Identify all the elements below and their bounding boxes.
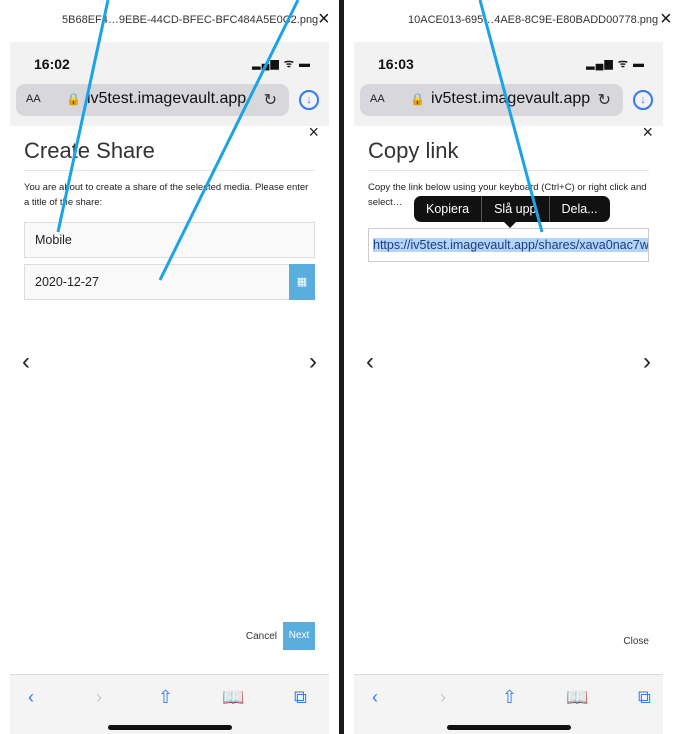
share-title-input[interactable]: Mobile	[24, 222, 315, 258]
phone-screen: 16:03 ▂▄▆ ᯤ ▬ AA 🔒 iv5test.imagevault.app…	[354, 42, 663, 734]
signal-wifi-battery-icon: ▂▄▆ ᯤ ▬	[252, 58, 311, 70]
close-icon[interactable]: ×	[308, 122, 319, 143]
next-button[interactable]: Next	[283, 622, 315, 650]
url-text: iv5test.imagevault.app	[430, 90, 591, 107]
calendar-icon[interactable]: ▦	[289, 264, 315, 300]
menu-copy[interactable]: Kopiera	[414, 196, 481, 222]
back-icon[interactable]: ‹	[372, 687, 378, 708]
dialog-title: Create Share	[24, 138, 155, 163]
next-arrow-icon[interactable]: ›	[643, 348, 651, 376]
file-name-label: 10ACE013-695…4AE8-8C9E-E80BADD00778.png	[408, 14, 659, 26]
copy-link-dialog: × Copy link Copy the link below using yo…	[354, 122, 663, 674]
download-icon[interactable]: ↓	[633, 90, 653, 110]
context-menu: Kopiera Slå upp Dela...	[414, 196, 610, 222]
status-time: 16:02	[34, 56, 70, 72]
close-icon[interactable]: ×	[318, 8, 330, 31]
url-display: 🔒 iv5test.imagevault.app	[410, 90, 590, 108]
url-text: iv5test.imagevault.app	[86, 90, 247, 107]
create-share-dialog: × Create Share You are about to create a…	[10, 122, 329, 674]
status-time: 16:03	[378, 56, 414, 72]
cancel-button[interactable]: Cancel	[246, 631, 277, 642]
forward-icon[interactable]: ›	[440, 687, 446, 708]
share-icon[interactable]: ⇧	[158, 687, 173, 708]
dialog-title: Copy link	[368, 138, 459, 163]
address-bar[interactable]: AA 🔒 iv5test.imagevault.app ↻ ↓	[16, 84, 319, 116]
divider	[368, 170, 649, 171]
reload-icon[interactable]: ↻	[598, 90, 611, 110]
status-bar: 16:02 ▂▄▆ ᯤ ▬	[10, 42, 329, 84]
menu-lookup[interactable]: Slå upp	[482, 196, 548, 222]
bookmarks-icon[interactable]: 📖	[566, 687, 588, 708]
lock-icon: 🔒	[66, 92, 81, 106]
home-indicator	[446, 725, 571, 730]
menu-share[interactable]: Dela...	[550, 196, 610, 222]
file-name-label: 5B68EF4…9EBE-44CD-BFEC-BFC484A5E0C2.png	[62, 14, 319, 26]
download-icon[interactable]: ↓	[299, 90, 319, 110]
link-selection: https://iv5test.imagevault.app/shares/xa…	[373, 238, 649, 252]
back-icon[interactable]: ‹	[28, 687, 34, 708]
prev-arrow-icon[interactable]: ‹	[22, 348, 30, 376]
prev-arrow-icon[interactable]: ‹	[366, 348, 374, 376]
safari-toolbar: ‹ › ⇧ 📖 ⧉	[354, 674, 663, 734]
left-screenshot: 5B68EF4…9EBE-44CD-BFEC-BFC484A5E0C2.png …	[0, 0, 339, 734]
tabs-icon[interactable]: ⧉	[638, 687, 651, 708]
signal-wifi-battery-icon: ▂▄▆ ᯤ ▬	[586, 58, 645, 70]
status-bar: 16:03 ▂▄▆ ᯤ ▬	[354, 42, 663, 84]
address-bar[interactable]: AA 🔒 iv5test.imagevault.app ↻ ↓	[360, 84, 653, 116]
share-icon[interactable]: ⇧	[502, 687, 517, 708]
home-indicator	[107, 725, 232, 730]
share-date-input[interactable]: 2020-12-27 ▦	[24, 264, 315, 300]
close-icon[interactable]: ×	[642, 122, 653, 143]
next-arrow-icon[interactable]: ›	[309, 348, 317, 376]
close-button[interactable]: Close	[623, 636, 649, 647]
divider	[24, 170, 315, 171]
bookmarks-icon[interactable]: 📖	[222, 687, 244, 708]
tabs-icon[interactable]: ⧉	[294, 687, 307, 708]
text-size-button[interactable]: AA	[370, 93, 385, 105]
date-value: 2020-12-27	[35, 275, 99, 289]
safari-toolbar: ‹ › ⇧ 📖 ⧉	[10, 674, 329, 734]
close-icon[interactable]: ×	[660, 8, 672, 31]
text-size-button[interactable]: AA	[26, 93, 41, 105]
phone-screen: 16:02 ▂▄▆ ᯤ ▬ AA 🔒 iv5test.imagevault.app…	[10, 42, 329, 734]
lock-icon: 🔒	[410, 92, 425, 106]
reload-icon[interactable]: ↻	[264, 90, 277, 110]
right-screenshot: 10ACE013-695…4AE8-8C9E-E80BADD00778.png …	[344, 0, 673, 734]
url-display: 🔒 iv5test.imagevault.app	[66, 90, 246, 108]
forward-icon[interactable]: ›	[96, 687, 102, 708]
context-menu-pointer	[504, 222, 516, 228]
dialog-intro: You are about to create a share of the s…	[24, 182, 309, 208]
share-link-input[interactable]: https://iv5test.imagevault.app/shares/xa…	[368, 228, 649, 262]
